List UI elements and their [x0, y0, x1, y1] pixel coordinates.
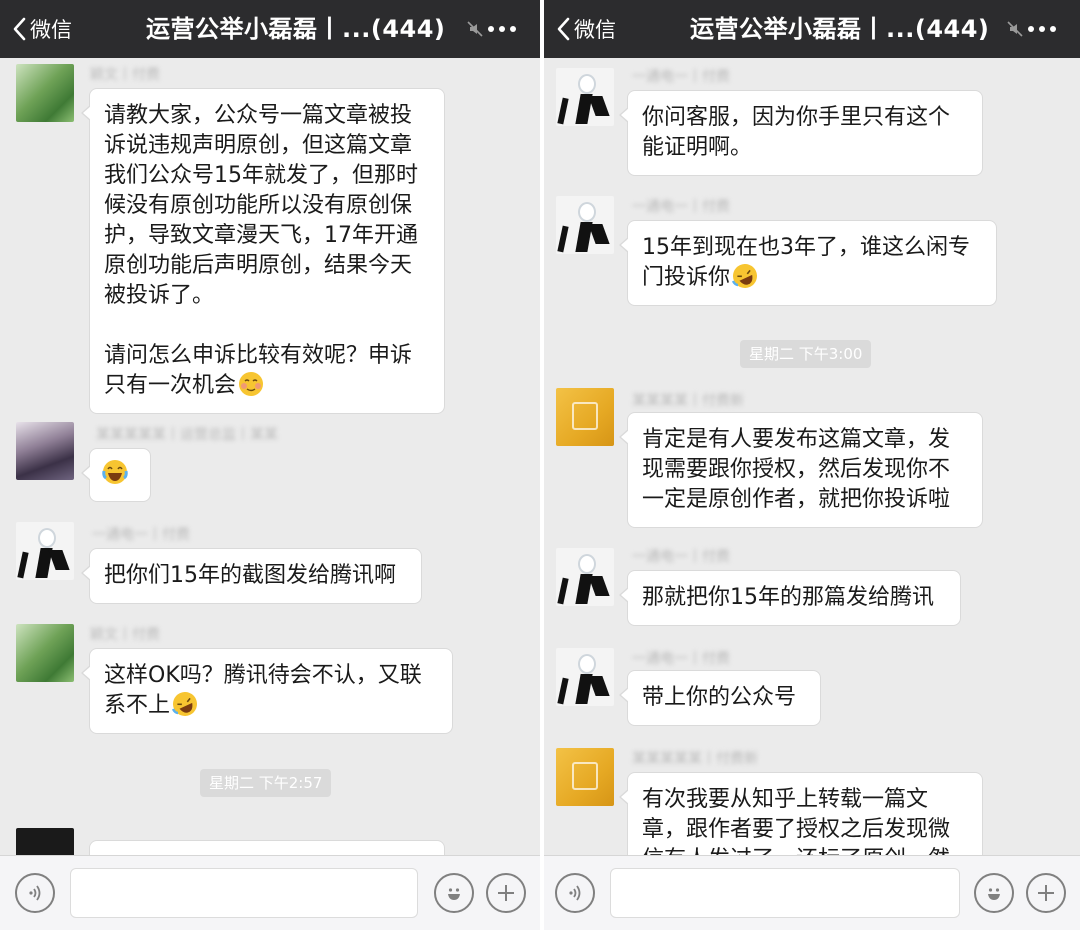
message-bubble[interactable]: 这样OK吗？腾讯待会不认，又联系不上: [81, 648, 453, 734]
avatar[interactable]: [16, 64, 74, 122]
plus-button[interactable]: [486, 873, 526, 913]
chat-panel-left: 微信 运营公举小磊磊丨...(444) 颖文丨付费 请教大家，公众号一篇文章被投…: [0, 0, 540, 930]
voice-button[interactable]: [555, 873, 595, 913]
chevron-left-icon: [557, 17, 570, 41]
input-bar: [0, 855, 540, 930]
message-bubble[interactable]: 带上你的公众号: [619, 670, 821, 726]
avatar[interactable]: [556, 68, 614, 126]
message-text: 你问客服，因为你手里只有这个能证明啊。: [642, 105, 951, 160]
avatar[interactable]: [556, 748, 614, 806]
sender-name: 一通电一丨付费: [92, 527, 190, 543]
chat-title: 运营公举小磊磊丨...(444): [146, 15, 446, 43]
message-bubble[interactable]: 那就把你15年的那篇发给腾讯: [619, 570, 961, 626]
timestamp: 星期二 下午2:57: [200, 769, 332, 797]
message-text: 肯定是有人要发布这篇文章，发现需要跟你授权，然后发现你不一定是原创作者，就把你投…: [642, 427, 951, 512]
more-dots-icon: [1028, 26, 1034, 32]
message-bubble[interactable]: 有次我要从知乎上转载一篇文章，跟作者要了授权之后发现微信有人发过了，还标了原创，…: [619, 772, 983, 855]
nav-bar: 微信 运营公举小磊磊丨...(444): [544, 0, 1080, 58]
input-bar: [544, 855, 1080, 930]
avatar[interactable]: [16, 624, 74, 682]
avatar[interactable]: [16, 828, 74, 855]
chat-title: 运营公举小磊磊丨...(444): [690, 15, 990, 43]
message-text: 把你们15年的截图发给腾讯啊: [104, 563, 396, 588]
sender-name: 某某某某丨付费新: [632, 393, 744, 409]
sender-name: 一通电一丨付费: [632, 199, 730, 215]
rolling-laugh-emoji-icon: [732, 264, 758, 288]
laughing-tears-emoji-icon: [102, 460, 128, 484]
message-bubble[interactable]: [81, 448, 151, 502]
message-bubble[interactable]: 肯定是有人要发布这篇文章，发现需要跟你授权，然后发现你不一定是原创作者，就把你投…: [619, 412, 983, 528]
plus-icon: [1038, 885, 1054, 901]
voice-button[interactable]: [15, 873, 55, 913]
more-dots-icon: [488, 26, 494, 32]
avatar[interactable]: [16, 522, 74, 580]
back-label: 微信: [574, 18, 616, 42]
sender-name: 一通电一丨付费: [632, 549, 730, 565]
sender-name: 一通电一丨付费: [632, 69, 730, 85]
message-text: 15年到现在也3年了，谁这么闲专门投诉你: [642, 235, 970, 290]
emoji-icon: [448, 888, 460, 900]
timestamp: 星期二 下午3:00: [740, 340, 872, 368]
message-bubble[interactable]: [89, 840, 445, 855]
blush-emoji-icon: [239, 372, 264, 396]
back-button[interactable]: 微信: [556, 0, 616, 58]
message-list[interactable]: 一通电一丨付费 你问客服，因为你手里只有这个能证明啊。 一通电一丨付费 15年到…: [544, 58, 1080, 855]
message-bubble[interactable]: 请教大家，公众号一篇文章被投诉说违规声明原创，但这篇文章我们公众号15年就发了，…: [81, 88, 445, 414]
emoji-icon: [988, 888, 1000, 900]
mute-icon: [467, 21, 483, 37]
message-bubble[interactable]: 把你们15年的截图发给腾讯啊: [81, 548, 422, 604]
chevron-left-icon: [13, 17, 26, 41]
sender-name: 颖文丨付费: [90, 627, 160, 643]
message-bubble[interactable]: 15年到现在也3年了，谁这么闲专门投诉你: [619, 220, 997, 306]
message-input[interactable]: [610, 868, 960, 918]
avatar[interactable]: [556, 548, 614, 606]
sender-name: 颖文丨付费: [90, 67, 160, 83]
avatar[interactable]: [556, 648, 614, 706]
message-text: 这样OK吗？腾讯待会不认，又联系不上: [104, 663, 422, 718]
back-button[interactable]: 微信: [12, 0, 72, 58]
more-button[interactable]: [488, 0, 516, 58]
message-text: 那就把你15年的那篇发给腾讯: [642, 585, 934, 610]
emoji-button[interactable]: [974, 873, 1014, 913]
message-input[interactable]: [70, 868, 418, 918]
plus-button[interactable]: [1026, 873, 1066, 913]
message-text: 请教大家，公众号一篇文章被投诉说违规声明原创，但这篇文章我们公众号15年就发了，…: [104, 103, 418, 308]
sender-name: 某某某某某丨付费新: [632, 751, 758, 767]
avatar[interactable]: [556, 388, 614, 446]
back-label: 微信: [30, 18, 72, 42]
sender-name: 一通电一丨付费: [632, 651, 730, 667]
message-text: 有次我要从知乎上转载一篇文章，跟作者要了授权之后发现微信有人发过了，还标了原创，…: [642, 787, 951, 855]
sender-name: 某某某某某丨运营总监丨某某: [96, 427, 278, 443]
mute-icon: [1007, 21, 1023, 37]
emoji-button[interactable]: [434, 873, 474, 913]
message-text: 带上你的公众号: [642, 685, 797, 710]
chat-panel-right: 微信 运营公举小磊磊丨...(444) 一通电一丨付费 你问客服，因为你手里只有…: [540, 0, 1080, 930]
message-list[interactable]: 颖文丨付费 请教大家，公众号一篇文章被投诉说违规声明原创，但这篇文章我们公众号1…: [0, 58, 540, 855]
more-button[interactable]: [1028, 0, 1056, 58]
nav-bar: 微信 运营公举小磊磊丨...(444): [0, 0, 540, 58]
message-bubble[interactable]: 你问客服，因为你手里只有这个能证明啊。: [619, 90, 983, 176]
avatar[interactable]: [16, 422, 74, 480]
plus-icon: [498, 885, 514, 901]
voice-icon: [29, 885, 41, 901]
avatar[interactable]: [556, 196, 614, 254]
voice-icon: [569, 885, 581, 901]
rolling-laugh-emoji-icon: [172, 692, 198, 716]
